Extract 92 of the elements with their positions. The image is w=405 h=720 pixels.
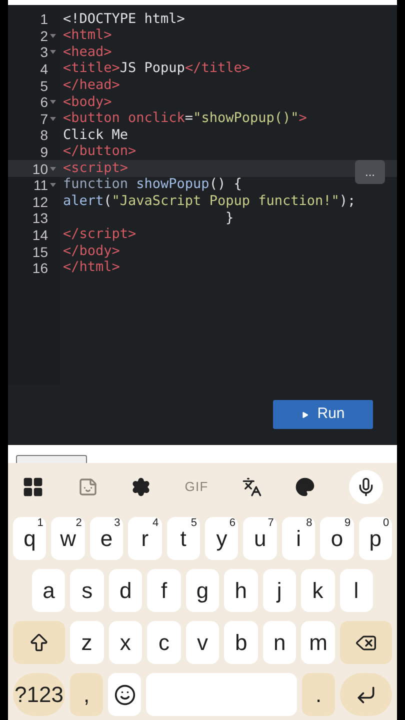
code-line: <!DOCTYPE html> — [63, 12, 185, 26]
key[interactable]: d — [108, 569, 142, 612]
fold-arrow-icon[interactable] — [50, 116, 56, 121]
code-line: </button> — [63, 145, 136, 159]
key-hint: 0 — [382, 518, 390, 529]
key-hint: 2 — [76, 518, 82, 529]
more-button[interactable]: ... — [355, 160, 385, 184]
code-line: </script> — [63, 228, 136, 242]
mic-button[interactable] — [349, 470, 383, 504]
line-number: 10 — [32, 162, 48, 176]
key[interactable]: f — [147, 569, 181, 612]
line-number: 6 — [40, 95, 48, 110]
line-number: 11 — [33, 178, 48, 192]
code-line: </body> — [63, 244, 120, 258]
code-line: alert("JavaScript Popup function!"); — [63, 195, 356, 209]
key[interactable]: b — [224, 621, 258, 664]
line-number: 16 — [32, 261, 48, 276]
key[interactable]: u 7 — [243, 517, 277, 560]
line-number: 8 — [40, 128, 48, 142]
code-line: Click Me — [63, 128, 128, 142]
key-hint: 1 — [37, 518, 44, 529]
key[interactable]: s — [70, 569, 104, 612]
fold-arrow-icon[interactable] — [50, 183, 56, 188]
smiley-icon — [114, 684, 136, 706]
symbols-key[interactable]: ?123 — [13, 673, 65, 716]
code-line: <body> — [63, 96, 112, 110]
run-button[interactable]: Run — [273, 400, 373, 429]
code-line: <head> — [63, 46, 112, 60]
key-hint: 6 — [229, 518, 236, 529]
key-hint: 5 — [190, 518, 198, 529]
sticker-icon[interactable] — [78, 477, 98, 497]
key[interactable]: o 9 — [320, 517, 354, 560]
line-number: 7 — [40, 112, 48, 126]
play-icon — [301, 410, 310, 418]
key[interactable]: j — [262, 569, 296, 612]
key[interactable]: g — [186, 569, 220, 612]
line-number: 5 — [40, 78, 48, 93]
fold-arrow-icon[interactable] — [50, 50, 56, 54]
code-line: function showPopup() { — [63, 178, 242, 192]
key[interactable]: m — [301, 621, 336, 664]
fold-arrow-icon[interactable] — [50, 100, 56, 104]
code-line: <html> — [63, 29, 112, 43]
key[interactable]: y 6 — [205, 517, 238, 560]
fold-arrow-icon[interactable] — [50, 34, 56, 38]
code-line: <title>JS Popup</title> — [63, 62, 250, 76]
key[interactable]: x — [108, 621, 142, 664]
key[interactable]: q 1 — [13, 517, 46, 560]
code-line: </head> — [63, 78, 120, 92]
palette-icon[interactable] — [295, 477, 316, 497]
backspace-key[interactable] — [340, 621, 392, 664]
settings-icon[interactable] — [131, 477, 152, 497]
code-line: } — [224, 212, 234, 226]
key[interactable]: p 0 — [358, 517, 392, 560]
key[interactable]: , — [70, 673, 103, 716]
shift-key[interactable] — [13, 621, 65, 664]
key[interactable]: v — [186, 621, 220, 664]
line-number: 13 — [32, 211, 48, 226]
key-hint: 9 — [344, 518, 351, 529]
key-hint: 3 — [114, 518, 120, 529]
key[interactable]: . — [302, 673, 335, 716]
key[interactable]: i 8 — [282, 517, 316, 560]
apps-grid-icon[interactable] — [22, 476, 44, 498]
key-hint: 8 — [306, 518, 312, 529]
key[interactable]: a — [32, 569, 66, 612]
key[interactable]: r 4 — [128, 517, 162, 560]
key[interactable]: t 5 — [166, 517, 200, 560]
code-line: <button onclick="showPopup()"> — [63, 112, 307, 126]
line-number: 12 — [32, 194, 48, 209]
emoji-key[interactable] — [108, 673, 141, 716]
line-number: 14 — [32, 228, 48, 242]
key[interactable]: c — [147, 621, 181, 664]
key-hint: 7 — [268, 518, 274, 529]
key[interactable]: w 2 — [51, 517, 85, 560]
key[interactable]: e 3 — [90, 517, 124, 560]
code-line: <script> — [63, 162, 128, 176]
line-number: 4 — [40, 62, 48, 76]
key[interactable]: h — [224, 569, 258, 612]
line-number: 3 — [40, 45, 48, 60]
enter-key[interactable] — [340, 673, 392, 716]
shift-icon — [28, 632, 50, 654]
line-number: 15 — [32, 244, 48, 259]
key[interactable]: k — [301, 569, 334, 612]
code-line: </html> — [63, 261, 120, 275]
translate-icon[interactable] — [242, 477, 262, 497]
line-number: 2 — [40, 28, 48, 43]
key[interactable]: n — [262, 621, 296, 664]
key-hint: 4 — [152, 518, 159, 529]
line-number: 1 — [40, 12, 48, 26]
fold-arrow-icon[interactable] — [50, 166, 56, 171]
key[interactable]: z — [70, 621, 104, 664]
line-number: 9 — [40, 145, 48, 160]
key[interactable]: l — [340, 569, 373, 612]
